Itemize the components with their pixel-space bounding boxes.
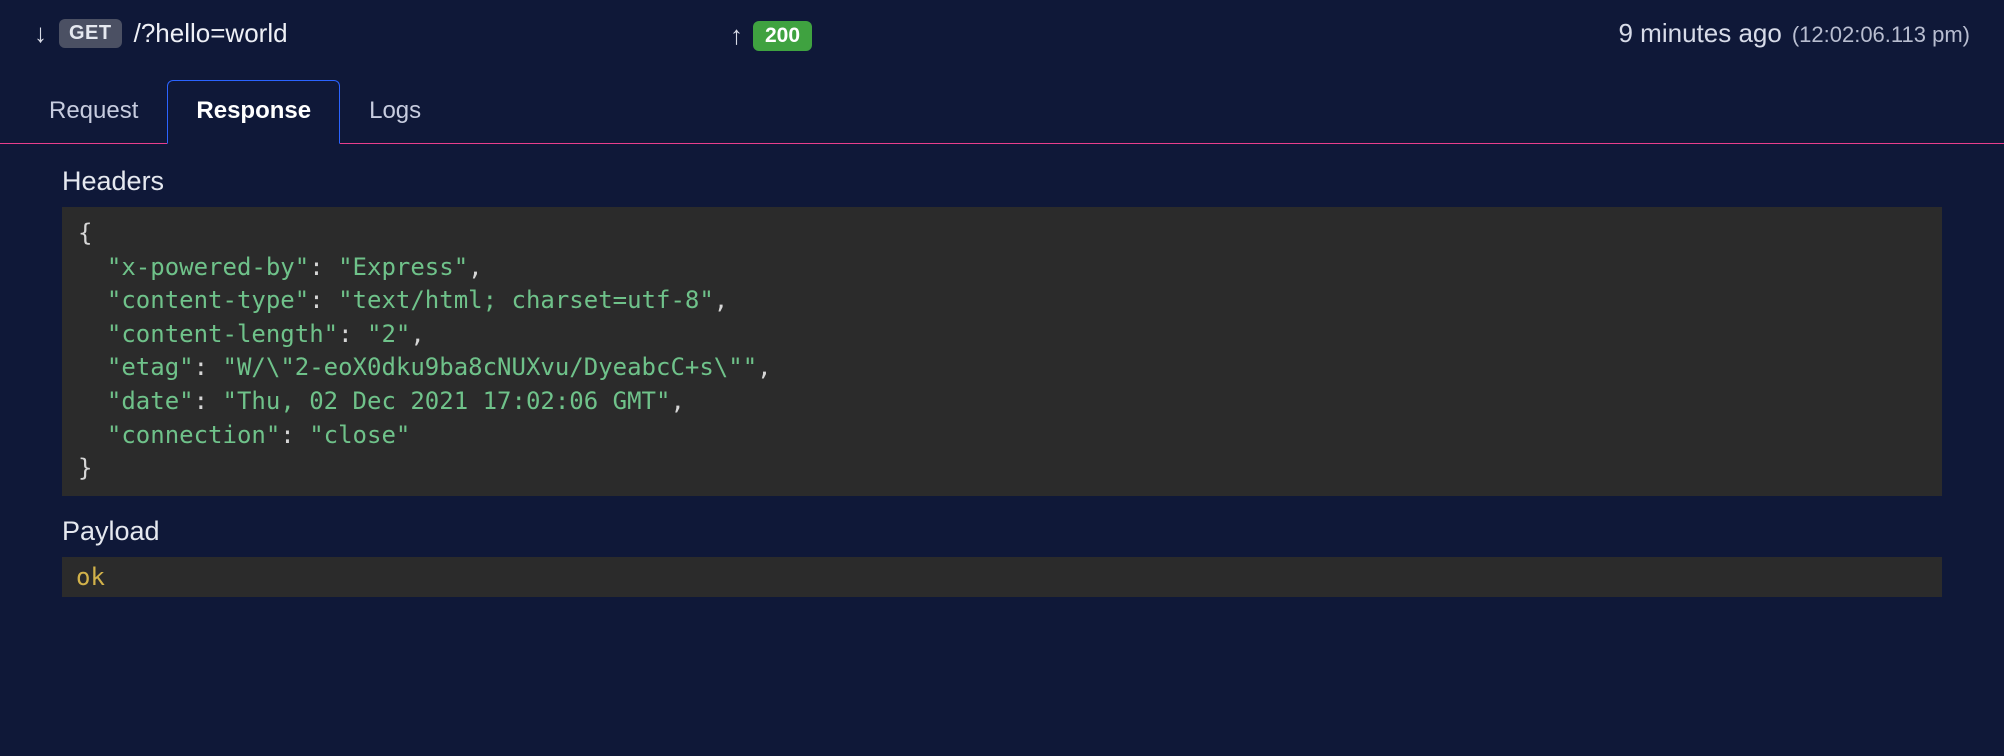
timestamp: 9 minutes ago (12:02:06.113 pm) bbox=[1619, 18, 1970, 49]
response-status: ↑ 200 bbox=[730, 20, 812, 51]
headers-title: Headers bbox=[62, 166, 1942, 197]
response-panel: Headers { "x-powered-by": "Express", "co… bbox=[0, 144, 2004, 627]
tab-bar: Request Response Logs bbox=[0, 65, 2004, 144]
incoming-arrow-icon: ↓ bbox=[34, 18, 47, 49]
request-summary-bar: ↓ GET /?hello=world ↑ 200 9 minutes ago … bbox=[0, 0, 2004, 55]
tab-logs[interactable]: Logs bbox=[340, 80, 450, 144]
headers-code-block[interactable]: { "x-powered-by": "Express", "content-ty… bbox=[62, 207, 1942, 496]
timestamp-absolute: (12:02:06.113 pm) bbox=[1792, 22, 1970, 48]
status-code-badge: 200 bbox=[753, 21, 812, 51]
http-method-badge: GET bbox=[59, 19, 122, 48]
outgoing-arrow-icon: ↑ bbox=[730, 20, 743, 51]
timestamp-relative: 9 minutes ago bbox=[1619, 18, 1782, 49]
request-path: /?hello=world bbox=[134, 18, 288, 49]
payload-title: Payload bbox=[62, 516, 1942, 547]
payload-code-block[interactable]: ok bbox=[62, 557, 1942, 597]
tab-request[interactable]: Request bbox=[20, 80, 167, 144]
tab-response[interactable]: Response bbox=[167, 80, 340, 144]
